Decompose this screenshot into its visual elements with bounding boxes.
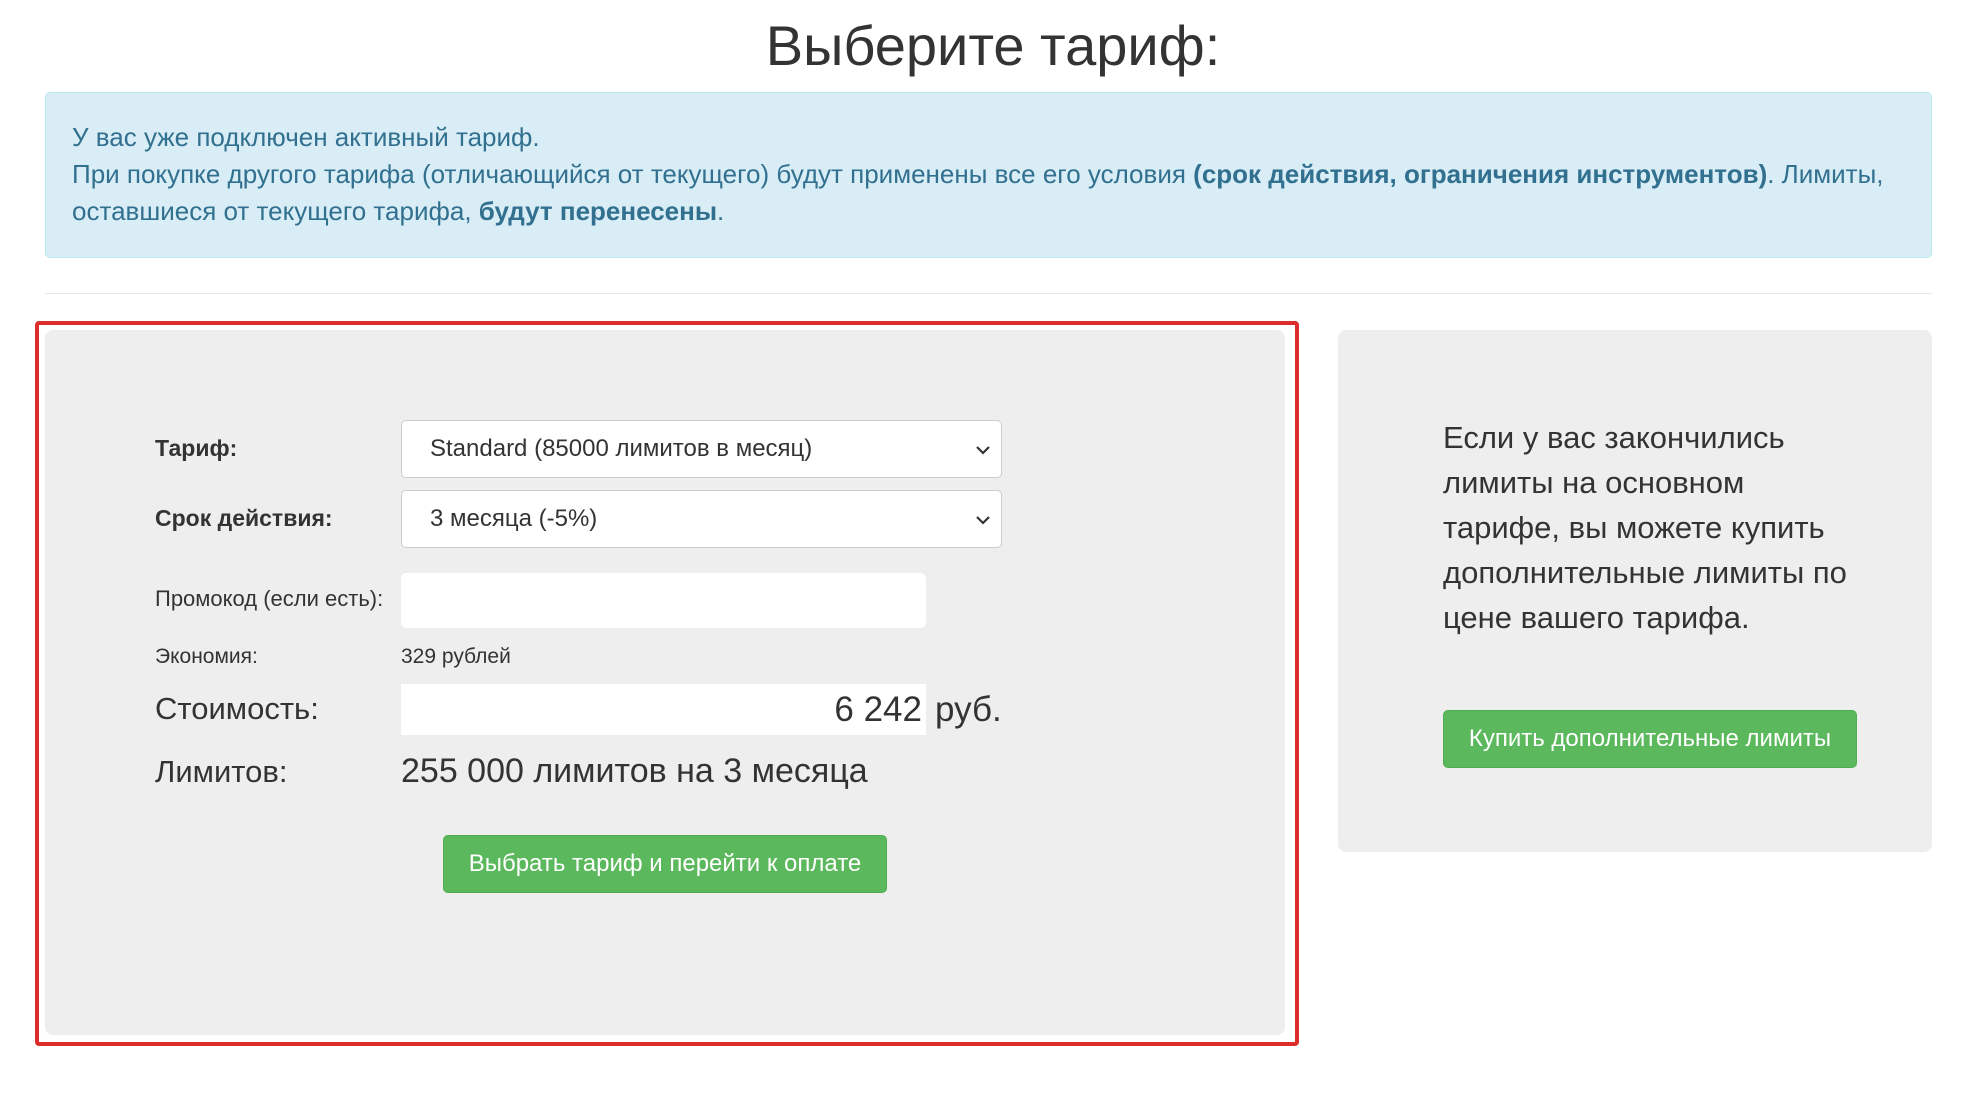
cost-currency: руб. bbox=[935, 690, 1002, 729]
promo-label: Промокод (если есть): bbox=[155, 586, 384, 611]
active-tariff-notice: У вас уже подключен активный тариф. При … bbox=[45, 92, 1932, 258]
tariff-label: Тариф: bbox=[155, 435, 238, 461]
select-tariff-pay-button[interactable]: Выбрать тариф и перейти к оплате bbox=[443, 835, 887, 893]
buy-extra-limits-button[interactable]: Купить дополнительные лимиты bbox=[1443, 710, 1857, 768]
savings-value: 329 рублей bbox=[401, 645, 511, 668]
term-label: Срок действия: bbox=[155, 505, 333, 531]
limits-value: 255 000 лимитов на 3 месяца bbox=[401, 752, 868, 790]
notice-line2-start: При покупке другого тарифа (отличающийся… bbox=[72, 159, 1194, 189]
cost-value: 6 242 bbox=[401, 684, 926, 735]
notice-line2-bold: (срок действия, ограничения инструментов… bbox=[1193, 159, 1768, 189]
section-divider bbox=[45, 293, 1932, 294]
notice-line2-bold2: будут перенесены bbox=[478, 196, 718, 226]
term-select-value: 3 месяца (-5%) bbox=[430, 505, 598, 532]
promo-code-input[interactable] bbox=[401, 573, 926, 628]
chevron-down-icon bbox=[976, 516, 990, 525]
cost-label: Стоимость: bbox=[155, 691, 319, 726]
tariff-select-value: Standard (85000 лимитов в месяц) bbox=[430, 435, 813, 462]
limits-label: Лимитов: bbox=[155, 754, 288, 789]
savings-label: Экономия: bbox=[155, 645, 258, 668]
tariff-select[interactable]: Standard (85000 лимитов в месяц) bbox=[401, 420, 1002, 478]
term-select[interactable]: 3 месяца (-5%) bbox=[401, 490, 1002, 548]
notice-line2-end: . bbox=[717, 196, 725, 226]
notice-line1: У вас уже подключен активный тариф. bbox=[72, 122, 540, 152]
extra-limits-text: Если у вас закончились лимиты на основно… bbox=[1443, 420, 1847, 635]
chevron-down-icon bbox=[976, 446, 990, 455]
page-title: Выберите тариф: bbox=[765, 14, 1221, 77]
